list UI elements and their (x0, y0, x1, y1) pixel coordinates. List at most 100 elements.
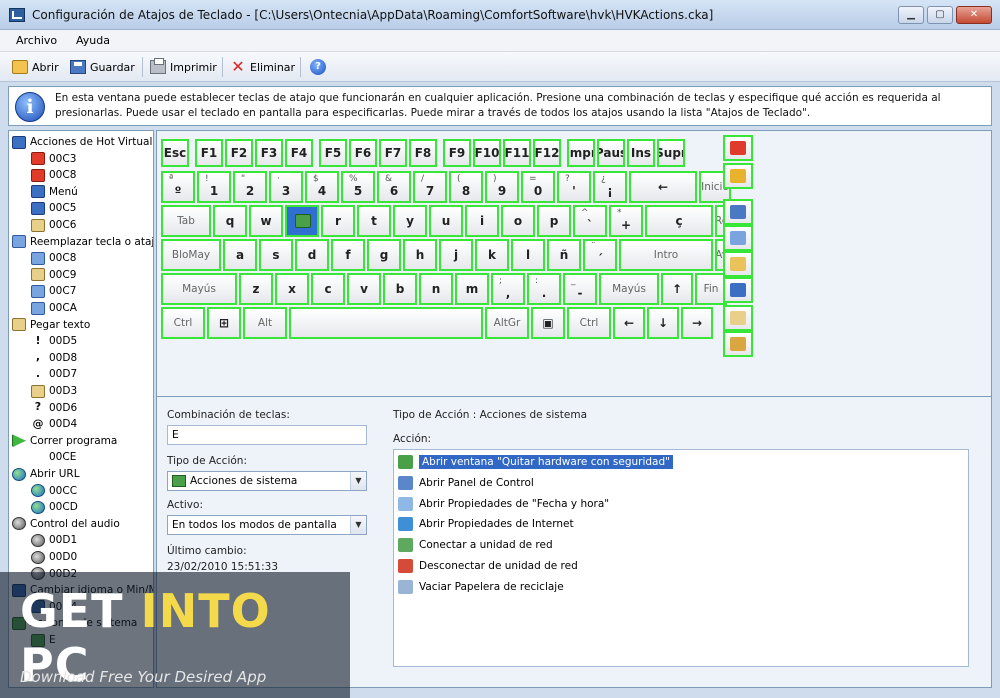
key-k[interactable]: o (501, 205, 535, 237)
key-k[interactable]: F8 (409, 139, 437, 167)
action-item[interactable]: Abrir ventana "Quitar hardware con segur… (398, 453, 674, 471)
active-mode-select[interactable]: En todos los modos de pantalla ▼ (167, 515, 367, 535)
key-k[interactable]: f (331, 239, 365, 271)
tree-item[interactable]: ? 00D6 (31, 400, 77, 416)
action-item[interactable]: Abrir Propiedades de Internet (398, 515, 574, 533)
tree-category[interactable]: Control del audio (12, 516, 120, 532)
key-k[interactable]: u (429, 205, 463, 237)
key-k[interactable]: y (393, 205, 427, 237)
key-k[interactable]: Mayús (599, 273, 659, 305)
key-k[interactable]: Paus (597, 139, 625, 167)
tree-item[interactable]: 00CA (31, 300, 77, 316)
key-k[interactable]: ¨ ´ (583, 239, 617, 271)
print-button[interactable]: Imprimir (150, 58, 217, 76)
action-item[interactable]: Desconectar de unidad de red (398, 557, 578, 575)
key-k[interactable]: Mayús (161, 273, 237, 305)
key-k[interactable]: x (275, 273, 309, 305)
maximize-button[interactable]: ▢ (927, 6, 953, 24)
tree-item[interactable]: 00D1 (31, 532, 77, 548)
key-k[interactable]: % 5 (341, 171, 375, 203)
side-tool-button[interactable] (723, 163, 753, 189)
key-k[interactable]: a (223, 239, 257, 271)
action-type-select[interactable]: Acciones de sistema ▼ (167, 471, 367, 491)
action-item[interactable]: Abrir Propiedades de "Fecha y hora" (398, 495, 609, 513)
key-k[interactable]: ! 1 (197, 171, 231, 203)
key-k[interactable]: Intro (619, 239, 713, 271)
key-k[interactable]: * + (609, 205, 643, 237)
key-k[interactable]: s (259, 239, 293, 271)
tree-category[interactable]: Acciones de Hot Virtual (12, 134, 152, 150)
key-space[interactable] (289, 307, 483, 339)
key-k[interactable]: ← (613, 307, 645, 339)
minimize-button[interactable]: ▁ (898, 6, 924, 24)
tree-category[interactable]: Reemplazar tecla o atajo (12, 234, 153, 250)
actions-list[interactable]: Abrir ventana "Quitar hardware con segur… (393, 449, 969, 667)
tree-category[interactable]: Correr programa (12, 433, 117, 449)
key-combination-field[interactable]: E (167, 425, 367, 445)
side-tool-button[interactable] (723, 199, 753, 225)
key-k[interactable]: c (311, 273, 345, 305)
key-k[interactable]: ¿ ¡ (593, 171, 627, 203)
key-k[interactable]: /7 (413, 171, 447, 203)
tree-item[interactable]: 00C8 (31, 167, 76, 183)
tree-item[interactable]: 00C9 (31, 267, 76, 283)
key-k[interactable]: z (239, 273, 273, 305)
key-k[interactable]: Supr (657, 139, 685, 167)
key-k[interactable]: ↓ (647, 307, 679, 339)
key-k[interactable]: ← (629, 171, 697, 203)
key-k[interactable]: BloMay (161, 239, 221, 271)
key-k[interactable]: F3 (255, 139, 283, 167)
key-k[interactable]: v (347, 273, 381, 305)
key-k[interactable]: ▣ (531, 307, 565, 339)
tree-category[interactable]: Pegar texto (12, 317, 90, 333)
key-k[interactable]: ;, (491, 273, 525, 305)
key-k[interactable]: w (249, 205, 283, 237)
key-k[interactable]: → (681, 307, 713, 339)
key-k[interactable]: ↑ (661, 273, 693, 305)
key-k[interactable]: F6 (349, 139, 377, 167)
key-k[interactable]: ç (645, 205, 713, 237)
key-k[interactable]: q (213, 205, 247, 237)
tree-item[interactable]: 00D0 (31, 549, 77, 565)
key-k[interactable]: Impr (567, 139, 595, 167)
key-k[interactable]: F7 (379, 139, 407, 167)
tree-item[interactable]: 00CE (31, 449, 76, 465)
tree-item[interactable]: . 00D7 (31, 366, 77, 382)
key-k[interactable]: ⊞ (207, 307, 241, 339)
key-k[interactable]: e (285, 205, 319, 237)
key-k[interactable]: AltGr (485, 307, 529, 339)
help-button[interactable]: ? (310, 58, 326, 76)
key-k[interactable]: ) 9 (485, 171, 519, 203)
key-k[interactable]: b (383, 273, 417, 305)
key-k[interactable]: Alt (243, 307, 287, 339)
tree-item[interactable]: 00C5 (31, 200, 76, 216)
key-k[interactable]: Ins (627, 139, 655, 167)
key-k[interactable]: k (475, 239, 509, 271)
side-tool-button[interactable] (723, 251, 753, 277)
side-tool-button[interactable] (723, 331, 753, 357)
key-k[interactable]: F9 (443, 139, 471, 167)
side-tool-button[interactable] (723, 135, 753, 161)
delete-button[interactable]: ✕ Eliminar (230, 58, 295, 76)
key-k[interactable]: l (511, 239, 545, 271)
key-k[interactable]: t (357, 205, 391, 237)
action-item[interactable]: Conectar a unidad de red (398, 536, 553, 554)
tree-item[interactable]: , 00D8 (31, 350, 77, 366)
save-button[interactable]: Guardar (70, 58, 135, 76)
key-k[interactable]: F11 (503, 139, 531, 167)
key-k[interactable]: ªº (161, 171, 195, 203)
side-tool-button[interactable] (723, 277, 753, 303)
close-button[interactable]: ✕ (956, 6, 992, 24)
tree-item[interactable]: 00CD (31, 499, 78, 515)
key-k[interactable]: Esc (161, 139, 189, 167)
tree-item[interactable]: 00C7 (31, 283, 76, 299)
key-k[interactable]: · 3 (269, 171, 303, 203)
key-k[interactable]: g (367, 239, 401, 271)
key-k[interactable]: F5 (319, 139, 347, 167)
open-button[interactable]: Abrir (12, 58, 59, 76)
key-k[interactable]: Ctrl (567, 307, 611, 339)
key-k[interactable]: $4 (305, 171, 339, 203)
key-k[interactable]: Tab (161, 205, 211, 237)
key-k[interactable]: Ctrl (161, 307, 205, 339)
key-k[interactable]: h (403, 239, 437, 271)
